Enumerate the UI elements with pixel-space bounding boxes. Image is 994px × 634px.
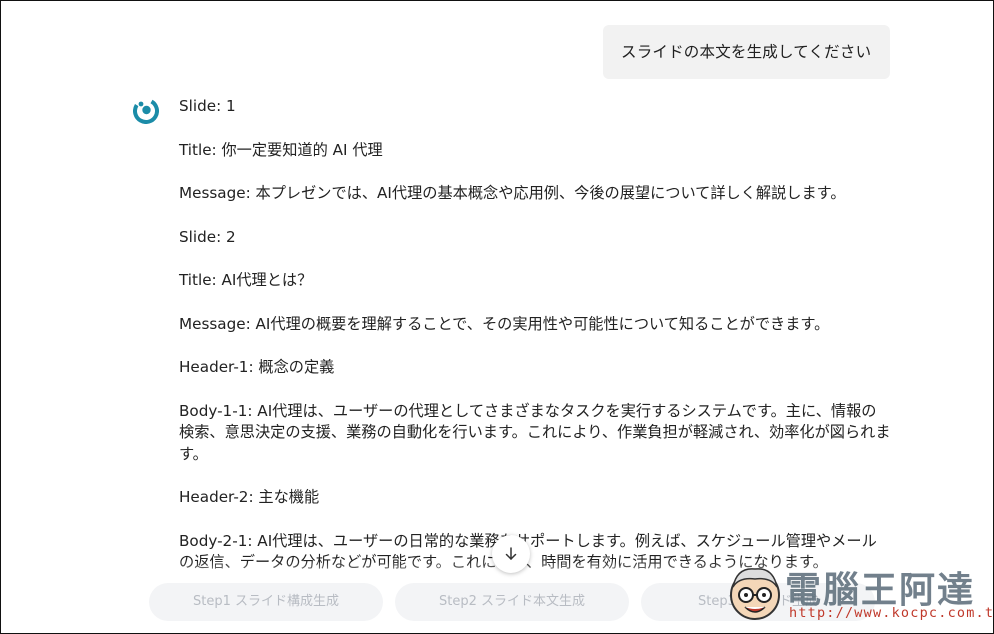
user-message-bubble: スライドの本文を生成してください	[603, 25, 890, 79]
response-line-header-1: Header-1: 概念の定義	[179, 358, 335, 376]
mascot-face-icon	[730, 568, 780, 620]
step-2-button[interactable]: Step2 スライド本文生成	[395, 583, 629, 621]
arrow-down-icon	[505, 547, 517, 560]
step-1-button[interactable]: Step1 スライド構成生成	[149, 583, 383, 621]
response-line-slide-2: Slide: 2	[179, 227, 236, 246]
watermark-url: http://www.kocpc.com.tw	[789, 605, 994, 621]
response-line-title-1: Title: 你一定要知道的 AI 代理	[179, 140, 383, 159]
watermark: 電腦王阿達 http://www.kocpc.com.tw	[723, 555, 994, 633]
response-line-body-1-1: Body-1-1: AI代理は、ユーザーの代理としてさまざまなタスクを実行するシ…	[179, 401, 891, 463]
user-message-text: スライドの本文を生成してください	[621, 43, 872, 61]
response-line-message-1: Message: 本プレゼンでは、AI代理の基本概念や応用例、今後の展望について…	[179, 184, 846, 202]
response-line-slide-1: Slide: 1	[179, 97, 236, 115]
assistant-response: Slide: 1 Title: 你一定要知道的 AI 代理 Message: 本…	[179, 96, 891, 596]
swirl-logo-icon	[133, 98, 159, 125]
response-line-title-2: Title: AI代理とは？	[179, 271, 313, 289]
chat-window: スライドの本文を生成してください Slide: 1 Title: 你一定要知道的…	[0, 0, 994, 634]
response-line-header-2: Header-2: 主な機能	[179, 488, 320, 506]
response-line-message-2: Message: AI代理の概要を理解することで、その実用性や可能性について知る…	[179, 314, 830, 333]
scroll-to-bottom-button[interactable]	[492, 535, 530, 573]
